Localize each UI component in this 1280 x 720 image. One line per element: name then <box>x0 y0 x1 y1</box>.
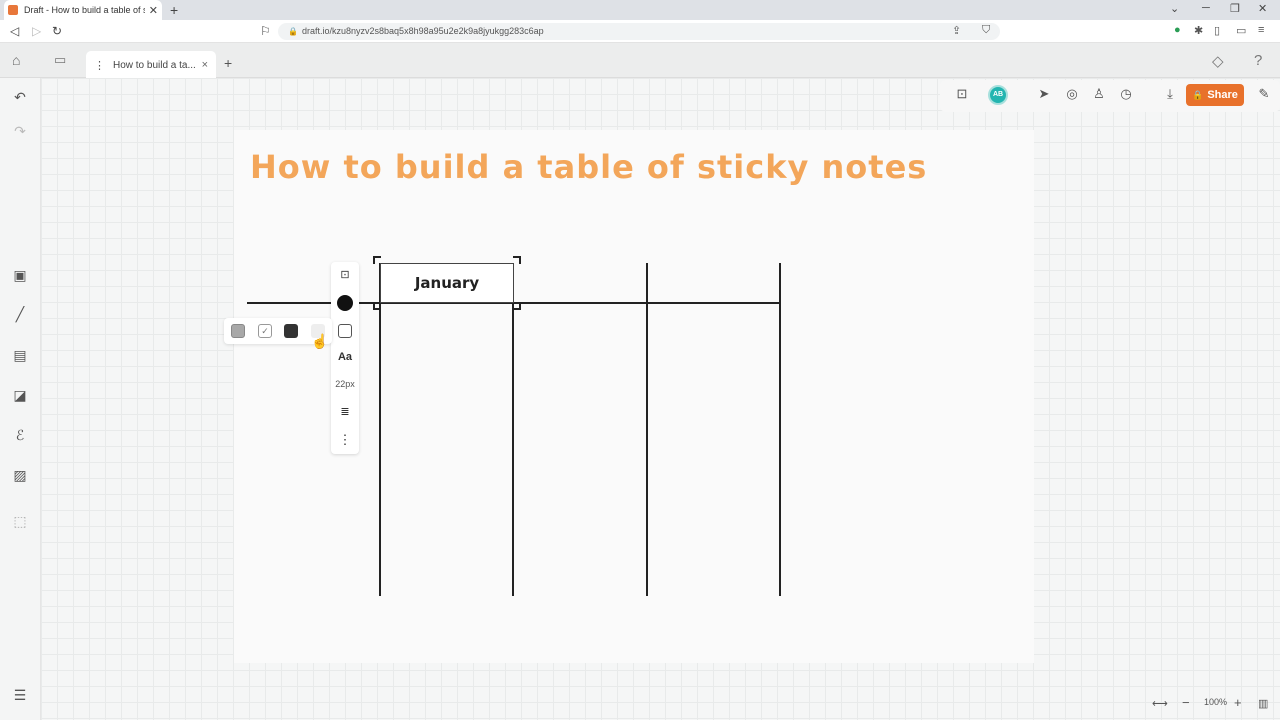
left-toolbar: ↶ ↷ ▣ ╱ ▤ ◪ ℰ ▨ ⬚ ☰ <box>0 78 41 720</box>
tab-search-icon[interactable]: ⌄ <box>1170 2 1179 15</box>
restore-icon[interactable]: ❐ <box>1230 2 1240 15</box>
text-tool-icon[interactable]: ▣ <box>10 265 30 285</box>
template-tool-icon[interactable]: ▤ <box>10 345 30 365</box>
font-style-button[interactable]: Aa <box>331 351 359 363</box>
share-page-icon[interactable]: ⇪ <box>952 24 961 37</box>
lock-icon: 🔒 <box>288 27 298 36</box>
draw-mode-icon[interactable]: ✎ <box>1254 86 1274 102</box>
document-tab[interactable]: ⋮ How to build a ta... × <box>86 51 216 79</box>
window-close-icon[interactable]: ✕ <box>1258 2 1267 15</box>
timer-icon[interactable]: ◷ <box>1116 86 1136 102</box>
minimize-icon[interactable]: ─ <box>1202 2 1210 14</box>
resize-handle-bottom-right[interactable] <box>513 302 521 310</box>
browser-tab-title: Draft - How to build a table of sti <box>24 5 145 15</box>
zoom-level[interactable]: 100% <box>1204 697 1227 707</box>
more-options-icon[interactable]: ⋮ <box>331 432 359 448</box>
convert-sticky-icon[interactable]: ⊡ <box>331 268 359 281</box>
table-column-line[interactable] <box>379 263 381 596</box>
like-icon[interactable]: ♙ <box>1089 86 1109 102</box>
hand-cursor-icon: ☝ <box>311 333 329 349</box>
zoom-out-icon[interactable]: − <box>1182 695 1190 710</box>
frame-tool-icon[interactable]: ⬚ <box>10 511 30 531</box>
swatch-white-checked[interactable]: ✓ <box>258 324 272 338</box>
swatch-gray[interactable] <box>231 324 245 338</box>
resize-handle-bottom-left[interactable] <box>373 302 381 310</box>
image-tool-icon[interactable]: ▨ <box>10 465 30 485</box>
browser-menu-icon[interactable]: ≡ <box>1258 24 1264 36</box>
url-field[interactable]: 🔒 draft.io/kzu8nyzv2s8baq5x8h98a95u2e2k9… <box>278 23 1000 40</box>
visibility-icon[interactable]: ◎ <box>1062 86 1082 102</box>
table-column-line[interactable] <box>646 263 648 596</box>
forward-icon[interactable]: ▷ <box>32 24 41 38</box>
folder-icon[interactable]: ▭ <box>54 52 66 68</box>
color-picker-button[interactable] <box>337 295 353 311</box>
app-tab-bar: ⌂ ▭ ⋮ How to build a ta... × + ◇ ? <box>0 43 1280 79</box>
zoom-controls: ⟷ − 100% + ▥ <box>1148 695 1280 715</box>
fit-width-icon[interactable]: ⟷ <box>1152 697 1168 710</box>
fill-style-button[interactable] <box>338 324 352 338</box>
tab-menu-icon[interactable]: ⋮ <box>94 59 105 72</box>
sticky-note[interactable]: January <box>380 263 514 303</box>
address-bar-row: ◁ ▷ ↻ ⚐ 🔒 draft.io/kzu8nyzv2s8baq5x8h98a… <box>0 20 1280 43</box>
document-tab-label: How to build a ta... <box>113 59 196 71</box>
line-tool-icon[interactable]: ╱ <box>10 304 30 324</box>
share-lock-icon: 🔒 <box>1192 89 1204 100</box>
board-title[interactable]: How to build a table of sticky notes <box>250 148 927 186</box>
brave-shield-icon[interactable]: ⛉ <box>982 24 990 37</box>
download-icon[interactable]: ⤓ <box>1160 86 1180 102</box>
draft-favicon-icon <box>8 5 18 15</box>
document-tab-close-icon[interactable]: × <box>202 59 208 71</box>
minimap-icon[interactable]: ▥ <box>1258 697 1268 710</box>
back-icon[interactable]: ◁ <box>10 24 19 38</box>
wallet-icon[interactable]: ▭ <box>1236 24 1246 37</box>
extensions-icon[interactable]: ✱ <box>1194 24 1203 37</box>
browser-new-tab-button[interactable]: + <box>170 2 178 18</box>
undo-icon[interactable]: ↶ <box>10 87 30 107</box>
table-column-line[interactable] <box>779 263 781 596</box>
zoom-in-icon[interactable]: + <box>1234 695 1242 710</box>
app-new-tab-button[interactable]: + <box>224 55 232 71</box>
pen-tool-icon[interactable]: ℰ <box>10 425 30 445</box>
resize-handle-top-left[interactable] <box>373 256 381 264</box>
help-icon[interactable]: ? <box>1254 52 1262 69</box>
url-text: draft.io/kzu8nyzv2s8baq5x8h98a95u2e2k9a8… <box>302 26 544 36</box>
reload-icon[interactable]: ↻ <box>52 24 62 38</box>
browser-tab-strip: Draft - How to build a table of sti ✕ + … <box>0 0 1280 20</box>
browser-tab[interactable]: Draft - How to build a table of sti ✕ <box>4 0 162 20</box>
browser-tab-close-icon[interactable]: ✕ <box>149 4 158 17</box>
swatch-black[interactable] <box>284 324 298 338</box>
sticky-note-tool-icon[interactable]: ◪ <box>10 385 30 405</box>
redo-icon[interactable]: ↷ <box>10 121 30 141</box>
settings-sliders-icon[interactable]: ☰ <box>10 685 30 705</box>
pointer-icon[interactable]: ➤ <box>1034 86 1054 102</box>
bookmark-icon[interactable]: ⚐ <box>260 24 271 38</box>
text-align-icon[interactable]: ≣ <box>331 405 359 418</box>
extension-badge-icon[interactable]: ● <box>1174 24 1181 36</box>
sidebar-icon[interactable]: ▯ <box>1214 24 1220 37</box>
focus-icon[interactable]: ⊡ <box>952 86 972 102</box>
diamond-icon[interactable]: ◇ <box>1212 52 1224 70</box>
share-label: Share <box>1207 89 1238 101</box>
home-icon[interactable]: ⌂ <box>12 52 20 68</box>
avatar[interactable]: AB <box>988 85 1008 105</box>
resize-handle-top-right[interactable] <box>513 256 521 264</box>
share-button[interactable]: 🔒 Share <box>1186 84 1244 106</box>
context-toolbar: ⊡ Aa 22px ≣ ⋮ <box>331 262 359 454</box>
font-size-button[interactable]: 22px <box>331 379 359 389</box>
table-column-line[interactable] <box>512 263 514 596</box>
